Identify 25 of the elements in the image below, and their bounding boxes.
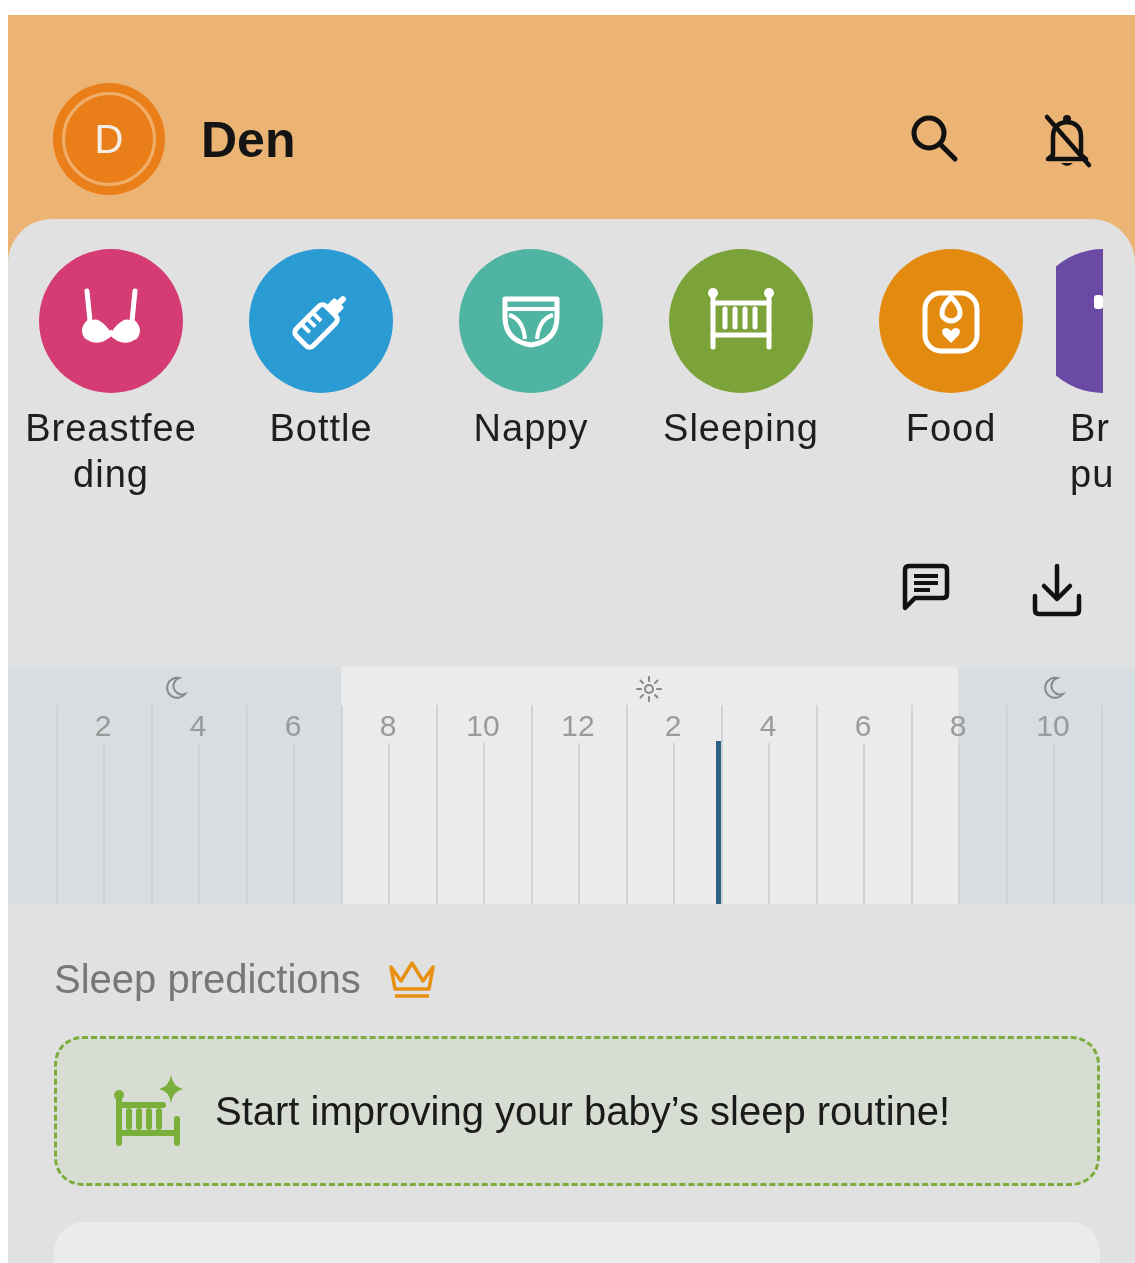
hour-label: 8 bbox=[379, 709, 397, 743]
activity-label: Br pu bbox=[1070, 406, 1115, 497]
activity-label: Sleeping bbox=[663, 406, 819, 451]
avatar[interactable]: D bbox=[53, 83, 165, 195]
hour-label: 10 bbox=[1036, 709, 1070, 743]
activity-label: Nappy bbox=[473, 406, 589, 451]
hour-label: 2 bbox=[94, 709, 112, 743]
banner-text: Start improving your baby’s sleep routine! bbox=[215, 1088, 951, 1134]
sleep-banner[interactable]: Start improving your baby’s sleep routine! bbox=[54, 1036, 1100, 1186]
hour-label: 2 bbox=[664, 709, 682, 743]
hour-label: 10 bbox=[466, 709, 500, 743]
profile-name: Den bbox=[201, 111, 296, 169]
activity-label: Food bbox=[905, 406, 997, 451]
activity-label: Breastfee ding bbox=[25, 406, 197, 497]
hour-label: 4 bbox=[759, 709, 777, 743]
hour-label: 6 bbox=[284, 709, 302, 743]
download-icon[interactable] bbox=[1031, 562, 1083, 618]
section-title: Sleep predictions bbox=[54, 956, 361, 1002]
hour-label: 4 bbox=[189, 709, 207, 743]
pump-button[interactable] bbox=[1056, 249, 1103, 393]
activity-label: Bottle bbox=[269, 406, 373, 451]
hour-label: 6 bbox=[854, 709, 872, 743]
hour-label: 8 bbox=[949, 709, 967, 743]
hour-label: 12 bbox=[561, 709, 595, 743]
sun-icon bbox=[635, 675, 664, 703]
